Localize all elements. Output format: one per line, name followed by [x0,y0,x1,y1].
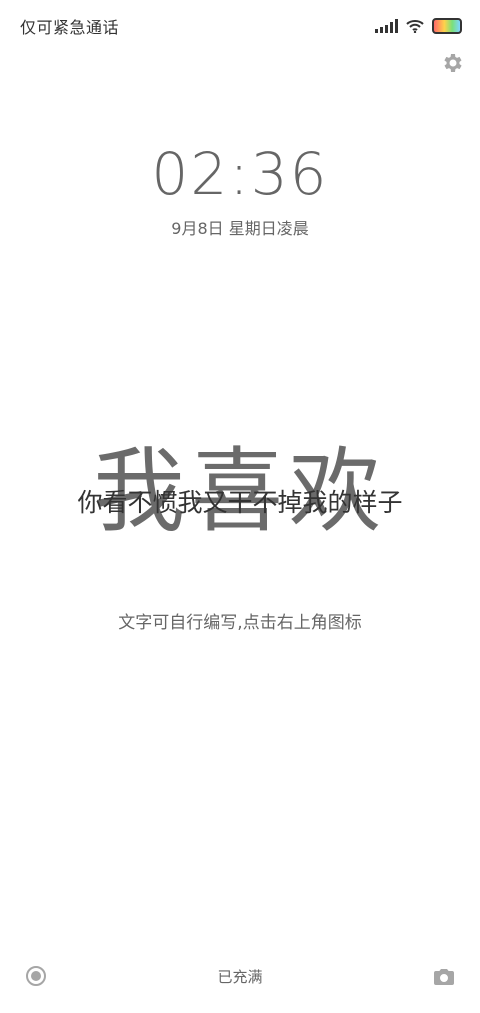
signal-icon [375,19,398,33]
gear-icon[interactable] [440,51,464,75]
overlay-text: 你看不惯我又干不掉我的样子 [77,488,403,517]
battery-icon [432,18,462,34]
lock-date: 9月8日 星期日凌晨 [171,219,309,238]
charge-status: 已充满 [217,968,263,986]
edit-hint-text: 文字可自行编写,点击右上角图标 [118,613,362,633]
status-bar: 仅可紧急通话 [0,0,480,50]
carrier-status: 仅可紧急通话 [20,18,120,37]
camera-icon[interactable] [432,965,456,989]
lock-time: 02:36 [151,140,329,208]
status-icons [375,15,462,37]
wifi-icon [406,20,424,33]
